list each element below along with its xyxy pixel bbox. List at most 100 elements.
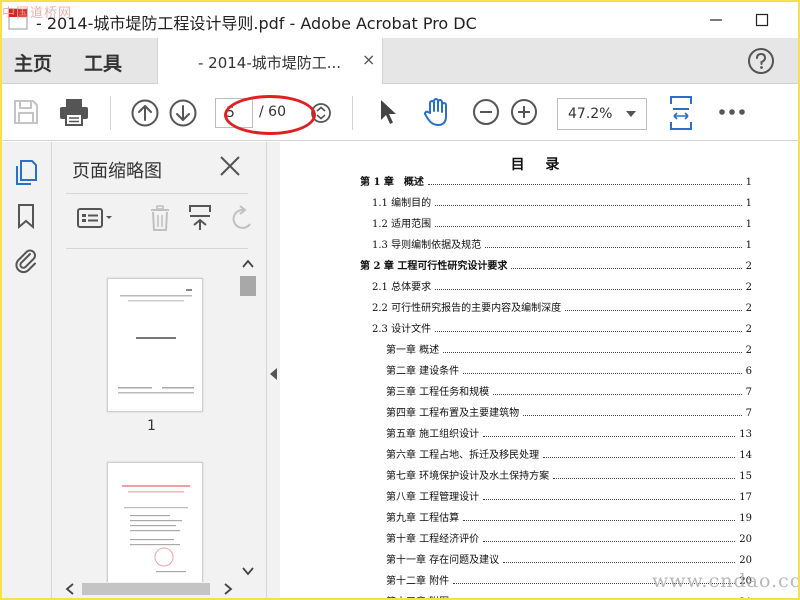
- toc-entry[interactable]: 第 1 章 概述 1: [360, 172, 752, 188]
- toc-entry[interactable]: 第二章 建设条件 6: [386, 361, 752, 377]
- thumbnails-vertical-scrollbar[interactable]: [238, 252, 258, 582]
- toc-leader-dots: [483, 436, 736, 437]
- pane-collapse-handle[interactable]: [266, 142, 280, 598]
- toc-entry[interactable]: 1.1 编制目的 1: [372, 193, 752, 209]
- toc-entry-page: 2: [745, 282, 752, 293]
- more-icon[interactable]: [718, 108, 746, 116]
- toc-entry-page: 15: [739, 471, 752, 482]
- thumbnail-page-1-preview: [118, 289, 194, 394]
- select-cursor-icon[interactable]: [378, 98, 398, 128]
- bookmark-icon[interactable]: [12, 202, 40, 230]
- toc-entry-label: 第 2 章 工程可行性研究设计要求: [360, 261, 508, 272]
- toc-entry-label: 第九章 工程估算: [386, 513, 460, 524]
- toc-entry-page: 1: [745, 177, 752, 188]
- toc-entry-label: 第一章 概述: [386, 345, 440, 356]
- maximize-button[interactable]: [740, 6, 784, 34]
- attachment-icon[interactable]: [12, 246, 40, 274]
- toc-entry-label: 第八章 工程管理设计: [386, 492, 480, 503]
- toc-entry[interactable]: 第四章 工程布置及主要建筑物 7: [386, 403, 752, 419]
- toc-leader-dots: [463, 520, 736, 521]
- toc-entry[interactable]: 第十三章 附图 21: [386, 592, 752, 598]
- tab-home[interactable]: 主页: [14, 49, 52, 76]
- thumbnail-page-2[interactable]: [107, 462, 203, 582]
- toc-entry[interactable]: 第十章 工程经济评价 20: [386, 529, 752, 545]
- toc-entry-page: 1: [745, 240, 752, 251]
- toc-entry[interactable]: 2.2 可行性研究报告的主要内容及编制深度 2: [372, 298, 752, 314]
- toc-entry[interactable]: 第八章 工程管理设计 17: [386, 487, 752, 503]
- tab-tools[interactable]: 工具: [84, 49, 122, 76]
- thumbnails-list[interactable]: 1: [52, 252, 238, 582]
- prev-page-icon[interactable]: [130, 98, 160, 128]
- toc-entry[interactable]: 第九章 工程估算 19: [386, 508, 752, 524]
- toc-entry-page: 7: [745, 408, 752, 419]
- toc-leader-dots: [543, 457, 736, 458]
- tab-document[interactable]: - 2014-城市堤防工... ×: [157, 38, 383, 84]
- toc-entry[interactable]: 第三章 工程任务和规模 7: [386, 382, 752, 398]
- toc-heading: 目 录: [510, 157, 568, 173]
- toc-entry-page: 2: [745, 324, 752, 335]
- app-window: 中国道桥网 - 2014-城市堤防工程设计导则.pdf - Adobe Acro…: [2, 2, 798, 598]
- toc-entry-label: 第十二章 附件: [386, 576, 450, 587]
- toc-entry[interactable]: 2.3 设计文件 2: [372, 319, 752, 335]
- toc-entry-page: 7: [745, 387, 752, 398]
- document-page[interactable]: 目 录 第 1 章 概述 1 1.1 编制目的 1 1.2 适用范围 1 1.3 导则编制依…: [280, 142, 798, 598]
- toc-entry-label: 2.2 可行性研究报告的主要内容及编制深度: [372, 303, 562, 314]
- toolbar: 5 / 60 47.2%: [2, 84, 798, 141]
- thumbnail-page-number: 1: [147, 418, 156, 434]
- toc-entry[interactable]: 第 2 章 工程可行性研究设计要求 2: [360, 256, 752, 272]
- toc-entry[interactable]: 第十一章 存在问题及建议 20: [386, 550, 752, 566]
- toc-leader-dots: [493, 394, 742, 395]
- zoom-select[interactable]: 47.2%: [557, 98, 647, 130]
- minimize-button[interactable]: [694, 6, 738, 34]
- help-icon[interactable]: [746, 46, 776, 76]
- toc-entry-label: 第 1 章 概述: [360, 177, 424, 188]
- toc-entry-label: 第十章 工程经济评价: [386, 534, 480, 545]
- toc-entry[interactable]: 第一章 概述 2: [386, 340, 752, 356]
- next-page-icon[interactable]: [168, 98, 198, 128]
- tab-bar: 主页 工具 - 2014-城市堤防工... ×: [2, 38, 798, 84]
- thumbnail-options-icon[interactable]: [76, 204, 116, 232]
- zoom-out-icon[interactable]: [472, 98, 500, 126]
- rotate-icon[interactable]: [230, 204, 252, 232]
- toc-leader-dots: [483, 541, 736, 542]
- toc-entry[interactable]: 1.2 适用范围 1: [372, 214, 752, 230]
- insert-page-icon[interactable]: [188, 204, 214, 232]
- thumbnail-page-1[interactable]: [107, 278, 203, 412]
- thumbnails-pane-title: 页面缩略图: [72, 161, 162, 182]
- toc-entry-page: 20: [739, 555, 752, 566]
- toc-entry[interactable]: 第五章 施工组织设计 13: [386, 424, 752, 440]
- toc-entry[interactable]: 1.3 导则编制依据及规范 1: [372, 235, 752, 251]
- toc-leader-dots: [483, 499, 736, 500]
- tab-close-button[interactable]: ×: [362, 50, 375, 69]
- close-icon[interactable]: [218, 154, 242, 178]
- thumbnails-horizontal-scrollbar[interactable]: [60, 580, 238, 598]
- toc-entry-label: 第六章 工程占地、拆迁及移民处理: [386, 450, 540, 461]
- toc-entry-page: 19: [739, 513, 752, 524]
- chevron-down-icon: [626, 111, 636, 117]
- toc-entry-label: 第十一章 存在问题及建议: [386, 555, 500, 566]
- toc-leader-dots: [435, 205, 742, 206]
- save-icon[interactable]: [12, 98, 40, 126]
- toc-entry-label: 1.1 编制目的: [372, 198, 432, 209]
- toc-leader-dots: [435, 289, 742, 290]
- hand-icon[interactable]: [422, 96, 452, 128]
- minimize-icon: [710, 19, 722, 21]
- fit-page-icon[interactable]: [668, 94, 694, 132]
- toc-entry-label: 1.3 导则编制依据及规范: [372, 240, 482, 251]
- toc-leader-dots: [503, 562, 736, 563]
- delete-icon[interactable]: [148, 204, 172, 232]
- toc-entry-page: 1: [745, 198, 752, 209]
- toc-entry[interactable]: 2.1 总体要求 2: [372, 277, 752, 293]
- print-icon[interactable]: [58, 96, 90, 128]
- maximize-icon: [755, 13, 769, 27]
- thumbnails-icon[interactable]: [12, 158, 40, 186]
- toc-leader-dots: [427, 184, 742, 185]
- toc-entry-page: 17: [739, 492, 752, 503]
- zoom-in-icon[interactable]: [510, 98, 538, 126]
- toc-entry[interactable]: 第六章 工程占地、拆迁及移民处理 14: [386, 445, 752, 461]
- toc-leader-dots: [435, 331, 742, 332]
- navigation-rail: [2, 142, 52, 598]
- toc-leader-dots: [511, 268, 742, 269]
- toc-leader-dots: [435, 226, 742, 227]
- toc-entry[interactable]: 第七章 环境保护设计及水土保持方案 15: [386, 466, 752, 482]
